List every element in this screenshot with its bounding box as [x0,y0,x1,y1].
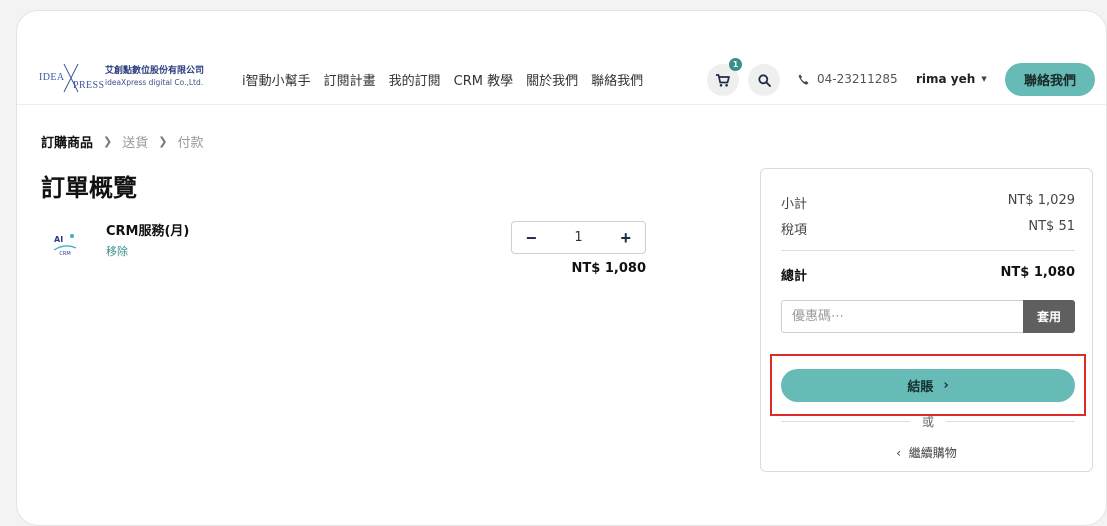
quantity-stepper: − 1 + [511,221,646,254]
summary-divider [781,250,1075,251]
breadcrumb: 訂購商品 ❯ 送貨 ❯ 付款 [41,132,203,151]
page: IDEA PRESS 艾創點數位股份有限公司 ideaXpress digita… [16,10,1107,526]
breadcrumb-step-shipping[interactable]: 送貨 [122,132,148,151]
caret-down-icon: ▼ [981,75,987,83]
quantity-value[interactable]: 1 [574,230,582,245]
increase-quantity-button[interactable]: + [620,229,631,247]
user-name: rima yeh [916,72,976,86]
separator-line [781,421,910,422]
nav-my-subscription[interactable]: 我的訂閱 [389,70,441,89]
total-row: 總計 NT$ 1,080 [781,265,1075,284]
coupon-input[interactable] [781,300,1023,333]
phone-number[interactable]: 04-23211285 [798,72,898,86]
thumb-crm-label: CRM [59,251,71,257]
subtotal-label: 小計 [781,197,808,212]
continue-shopping-link[interactable]: ‹ 繼續購物 [761,444,1092,461]
ai-crm-logo-icon: AI [54,234,74,244]
chevron-right-icon: › [943,378,949,393]
breadcrumb-step-products[interactable]: 訂購商品 [41,132,93,151]
nav-plans[interactable]: 訂閱計畫 [324,70,376,89]
chevron-left-icon: ‹ [896,446,902,460]
cart-icon [716,73,730,87]
decrease-quantity-button[interactable]: − [526,229,537,247]
user-menu[interactable]: rima yeh ▼ [916,72,987,86]
nav-assistant[interactable]: i智動小幫手 [242,70,311,89]
breadcrumb-step-payment[interactable]: 付款 [177,132,203,151]
contact-us-button[interactable]: 聯絡我們 [1005,63,1095,96]
cart-button[interactable]: 1 [707,58,742,96]
chevron-right-icon: ❯ [103,135,113,148]
nav-about[interactable]: 關於我們 [526,70,578,89]
search-button[interactable] [748,64,780,96]
order-summary-card: 小計 NT$ 1,029 稅項 NT$ 51 總計 NT$ 1,080 套用 結… [760,168,1093,472]
phone-icon [798,74,809,84]
svg-text:AI: AI [54,235,63,244]
product-name: CRM服務(月) [106,224,190,239]
tax-row: 稅項 NT$ 51 [781,219,1075,238]
continue-shopping-label: 繼續購物 [908,446,957,460]
apply-coupon-button[interactable]: 套用 [1023,300,1075,333]
chevron-right-icon: ❯ [158,135,168,148]
or-label: 或 [922,415,935,429]
logo-text: 艾創點數位股份有限公司 ideaXpress digital Co.,Ltd. [105,66,205,87]
cart-count-badge: 1 [729,58,742,71]
tax-value: NT$ 51 [1028,219,1075,234]
search-icon [757,73,771,87]
remove-item-link[interactable]: 移除 [106,243,128,259]
line-item-price: NT$ 1,080 [571,261,646,276]
separator-line [946,421,1076,422]
subtotal-row: 小計 NT$ 1,029 [781,193,1075,212]
tax-label: 稅項 [781,223,808,238]
total-value: NT$ 1,080 [1000,265,1075,280]
site-header: IDEA PRESS 艾創點數位股份有限公司 ideaXpress digita… [17,11,1106,105]
page-title: 訂單概覽 [41,174,137,202]
total-label: 總計 [781,269,808,284]
checkout-button[interactable]: 結賬 › [781,369,1075,402]
company-logo[interactable]: IDEA PRESS 艾創點數位股份有限公司 ideaXpress digita… [39,59,204,95]
product-thumbnail: AI CRM [41,221,89,269]
coupon-form: 套用 [781,300,1075,333]
logo-mark: IDEA PRESS [39,62,104,93]
phone-text: 04-23211285 [817,72,898,86]
nav-contact[interactable]: 聯絡我們 [591,70,643,89]
or-separator: 或 [781,413,1076,430]
checkout-label: 結賬 [907,380,934,395]
nav-crm-tutorial[interactable]: CRM 教學 [454,70,513,89]
subtotal-value: NT$ 1,029 [1007,193,1075,208]
main-nav: i智動小幫手 訂閱計畫 我的訂閱 CRM 教學 關於我們 聯絡我們 [242,70,643,89]
